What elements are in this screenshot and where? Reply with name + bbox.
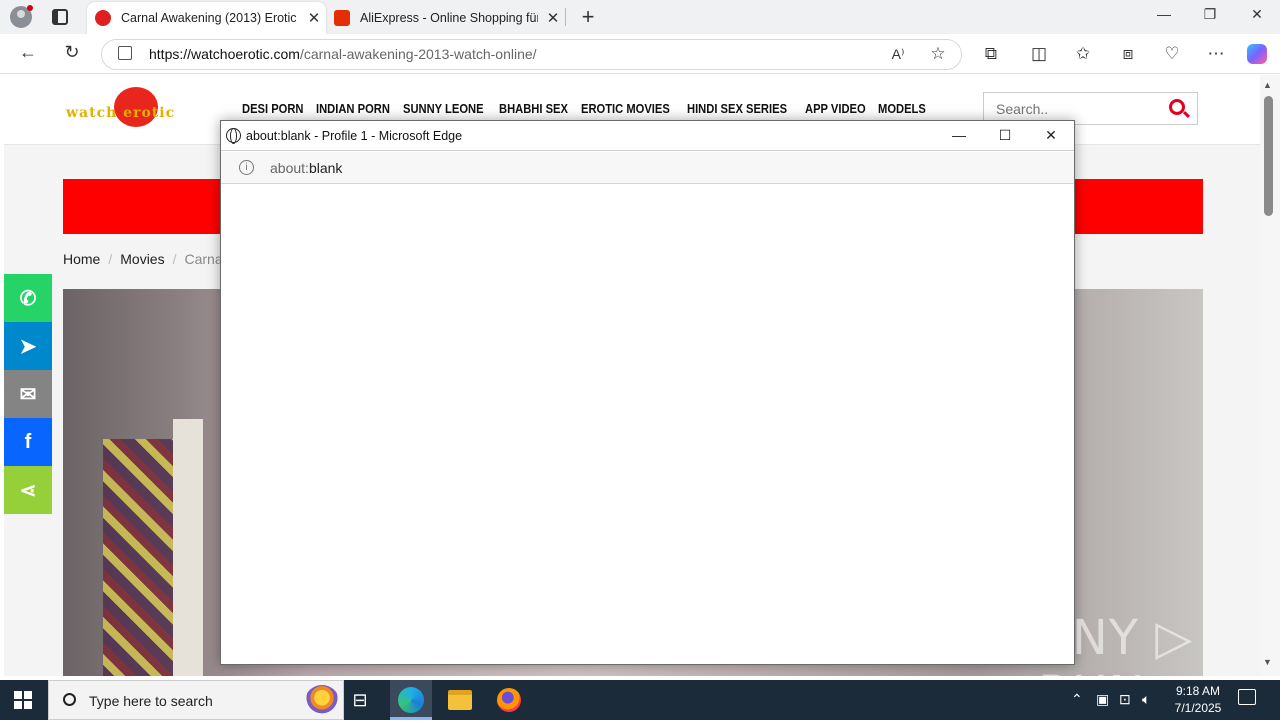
tab-carnal-awakening[interactable]: Carnal Awakening (2013) Erotic M ✕ — [87, 2, 326, 34]
whatsapp-share-button[interactable]: ✆ — [4, 274, 52, 322]
popup-address-bar[interactable]: i about:blank — [221, 152, 1074, 184]
profile-notification-dot — [27, 5, 33, 11]
edge-icon[interactable] — [398, 687, 424, 713]
popup-title-bar[interactable]: about:blank - Profile 1 - Microsoft Edge… — [221, 121, 1074, 151]
scrollbar-thumb[interactable] — [1264, 96, 1273, 216]
show-hidden-icons-chevron-icon[interactable]: ⌃ — [1071, 691, 1083, 708]
firefox-icon[interactable] — [497, 688, 521, 712]
info-icon[interactable]: i — [239, 160, 254, 175]
breadcrumb-separator: / — [108, 251, 113, 267]
popup-close-button[interactable]: ✕ — [1041, 127, 1061, 144]
menu-hindi-sex-series[interactable]: HINDI SEX SERIES — [687, 101, 787, 116]
email-icon: ✉ — [19, 383, 37, 406]
breadcrumb-separator: / — [172, 251, 177, 267]
minimize-button[interactable]: — — [1154, 6, 1174, 22]
breadcrumb-home[interactable]: Home — [63, 251, 100, 267]
video-frame-detail — [103, 439, 173, 676]
telegram-icon: ➤ — [19, 335, 37, 358]
copilot-icon[interactable] — [1247, 44, 1267, 64]
windows-start-icon[interactable] — [14, 691, 32, 709]
globe-icon — [226, 128, 241, 144]
breadcrumb-current: Carna — [184, 251, 223, 267]
favorite-star-icon[interactable]: ☆ — [927, 44, 949, 64]
menu-sunny-leone[interactable]: SUNNY LEONE — [403, 101, 484, 116]
main-menu: DESI PORN INDIAN PORN SUNNY LEONE BHABHI… — [242, 101, 925, 116]
back-button[interactable]: ← — [16, 42, 40, 63]
site-favicon-icon — [95, 10, 111, 26]
telegram-share-button[interactable]: ➤ — [4, 322, 52, 370]
url-host: https://watchoerotic.com — [149, 46, 300, 62]
search-highlight-icon — [305, 685, 339, 717]
search-icon — [63, 693, 76, 706]
volume-icon[interactable]: 🔈︎ — [1142, 691, 1150, 708]
aliexpress-favicon-icon — [334, 10, 350, 26]
menu-app-video[interactable]: APP VIDEO — [805, 101, 866, 116]
email-share-button[interactable]: ✉ — [4, 370, 52, 418]
new-tab-button[interactable]: + — [577, 4, 599, 30]
tab-close-icon[interactable]: ✕ — [307, 9, 321, 27]
logo-text: watch erotic — [66, 105, 176, 121]
whatsapp-icon: ✆ — [19, 287, 37, 310]
menu-desi-porn[interactable]: DESI PORN — [242, 101, 304, 116]
facebook-icon: f — [24, 430, 32, 453]
popup-minimize-button[interactable]: — — [949, 127, 969, 143]
menu-indian-porn[interactable]: INDIAN PORN — [316, 101, 390, 116]
network-icon[interactable]: ⊡ — [1119, 691, 1131, 708]
file-explorer-icon[interactable] — [448, 690, 472, 710]
url-path: /carnal-awakening-2013-watch-online/ — [299, 46, 537, 62]
split-screen-icon[interactable]: ◫ — [1028, 44, 1050, 64]
collections-icon[interactable]: ⧈ — [1117, 44, 1139, 64]
tab-close-icon[interactable]: ✕ — [546, 9, 560, 27]
taskbar-clock[interactable]: 9:18 AM 7/1/2025 — [1166, 683, 1230, 717]
tab-title: Carnal Awakening (2013) Erotic M — [121, 11, 299, 25]
breadcrumb-movies[interactable]: Movies — [120, 251, 164, 267]
facebook-share-button[interactable]: f — [4, 418, 52, 466]
tab-title: AliExpress - Online Shopping für — [360, 11, 538, 25]
taskbar-search-placeholder: Type here to search — [89, 693, 213, 709]
extensions-icon[interactable]: ⧉ — [980, 44, 1002, 64]
popup-url-scheme: about: — [270, 160, 309, 176]
clock-time: 9:18 AM — [1175, 684, 1221, 698]
tab-separator — [565, 8, 566, 26]
breadcrumb: Home / Movies / Carna — [63, 251, 223, 267]
more-share-button[interactable]: ⋖ — [4, 466, 52, 514]
menu-bhabhi-sex[interactable]: BHABHI SEX — [499, 101, 568, 116]
restore-button[interactable]: ❐ — [1200, 6, 1220, 23]
search-icon[interactable] — [1169, 99, 1185, 115]
site-logo[interactable]: watch erotic — [66, 87, 216, 129]
video-frame-detail — [173, 419, 203, 676]
popup-maximize-button[interactable]: ☐ — [995, 127, 1015, 144]
task-view-icon[interactable]: ⊟ — [346, 686, 374, 714]
close-window-button[interactable]: ✕ — [1247, 6, 1267, 23]
taskbar-search-box[interactable]: Type here to search — [48, 680, 344, 720]
menu-models[interactable]: MODELS — [878, 101, 926, 116]
notifications-icon[interactable] — [1238, 689, 1256, 705]
popup-url: about:blank — [270, 160, 342, 176]
read-aloud-icon[interactable]: A⁾ — [887, 46, 909, 63]
network-device-icon[interactable]: ▣ — [1096, 691, 1109, 708]
favorites-icon[interactable]: ✩ — [1072, 44, 1094, 64]
scroll-up-arrow-icon[interactable]: ▲ — [1263, 80, 1272, 90]
menu-erotic-movies[interactable]: EROTIC MOVIES — [581, 101, 670, 116]
clock-date: 7/1/2025 — [1174, 701, 1222, 715]
popup-title: about:blank - Profile 1 - Microsoft Edge — [246, 129, 463, 143]
settings-more-icon[interactable]: ⋯ — [1205, 44, 1227, 64]
share-icon: ⋖ — [19, 479, 37, 502]
lock-icon[interactable] — [118, 46, 132, 60]
browser-essentials-icon[interactable]: ♡ — [1161, 44, 1183, 64]
reload-button[interactable]: ↻ — [60, 42, 84, 63]
tab-aliexpress[interactable]: AliExpress - Online Shopping für ✕ — [326, 2, 565, 34]
tab-actions-icon[interactable] — [52, 9, 68, 25]
popup-window[interactable]: about:blank - Profile 1 - Microsoft Edge… — [220, 120, 1075, 665]
popup-url-rest: blank — [308, 160, 343, 176]
address-url[interactable]: https://watchoerotic.com/carnal-awakenin… — [149, 46, 537, 62]
